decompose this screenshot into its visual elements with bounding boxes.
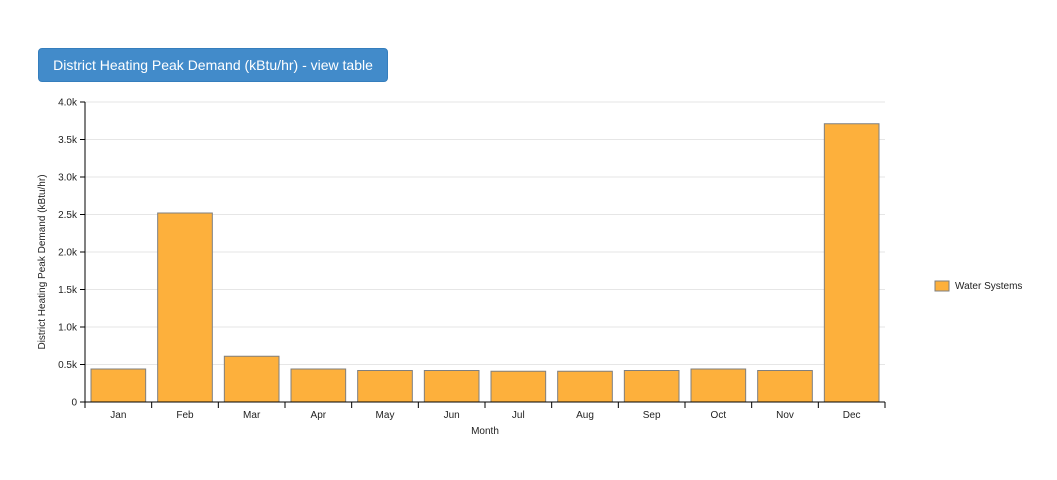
x-tick-label: Sep xyxy=(643,410,661,421)
bar-sep xyxy=(623,370,680,403)
y-tick-label: 3.5k xyxy=(58,135,78,146)
x-tick-label: May xyxy=(376,410,395,421)
x-tick-label: Oct xyxy=(711,410,727,421)
legend-swatch xyxy=(934,280,950,292)
legend: Water Systems xyxy=(934,280,1022,292)
legend-label: Water Systems xyxy=(955,281,1022,292)
y-tick-label: 2.5k xyxy=(58,210,78,221)
bar-jan xyxy=(90,368,147,403)
x-tick-label: Aug xyxy=(576,410,594,421)
y-tick-label: 0 xyxy=(71,398,77,409)
x-tick-label: Jun xyxy=(444,410,460,421)
bar-chart: 0 0.5k 1.0k 1.5k 2.0k 2.5k 3.0k 3.5k 4.0k Jan Feb… xyxy=(37,98,1022,438)
bar-may xyxy=(357,370,413,403)
bar-aug xyxy=(557,370,613,403)
x-axis: Jan Feb Mar Apr May Jun Jul Aug Sep Oct Nov Dec xyxy=(84,401,886,421)
y-tick-label: 0.5k xyxy=(58,360,78,371)
y-tick-label: 1.0k xyxy=(58,323,78,334)
y-axis: 0 0.5k 1.0k 1.5k 2.0k 2.5k 3.0k 3.5k 4.0k xyxy=(58,98,86,409)
bar-nov xyxy=(757,370,813,403)
x-tick-label: Nov xyxy=(776,410,794,421)
x-tick-label: Jul xyxy=(512,410,525,421)
bar-apr xyxy=(290,368,347,403)
x-tick-label: Apr xyxy=(311,410,327,421)
y-tick-label: 2.0k xyxy=(58,248,78,259)
bar-dec xyxy=(823,123,880,403)
y-tick-label: 3.0k xyxy=(58,173,78,184)
bars xyxy=(90,123,880,403)
bar-oct xyxy=(690,368,747,403)
bar-jul xyxy=(490,370,547,403)
x-tick-label: Jan xyxy=(110,410,126,421)
bar-feb xyxy=(157,212,213,403)
x-tick-label: Feb xyxy=(176,410,194,421)
x-axis-title: Month xyxy=(471,426,499,437)
y-axis-title: District Heating Peak Demand (kBtu/hr) xyxy=(37,174,48,349)
bar-mar xyxy=(223,355,280,403)
y-tick-label: 1.5k xyxy=(58,285,78,296)
x-tick-label: Mar xyxy=(243,410,261,421)
x-tick-label: Dec xyxy=(843,410,861,421)
bar-jun xyxy=(423,370,480,403)
y-tick-label: 4.0k xyxy=(58,98,78,109)
